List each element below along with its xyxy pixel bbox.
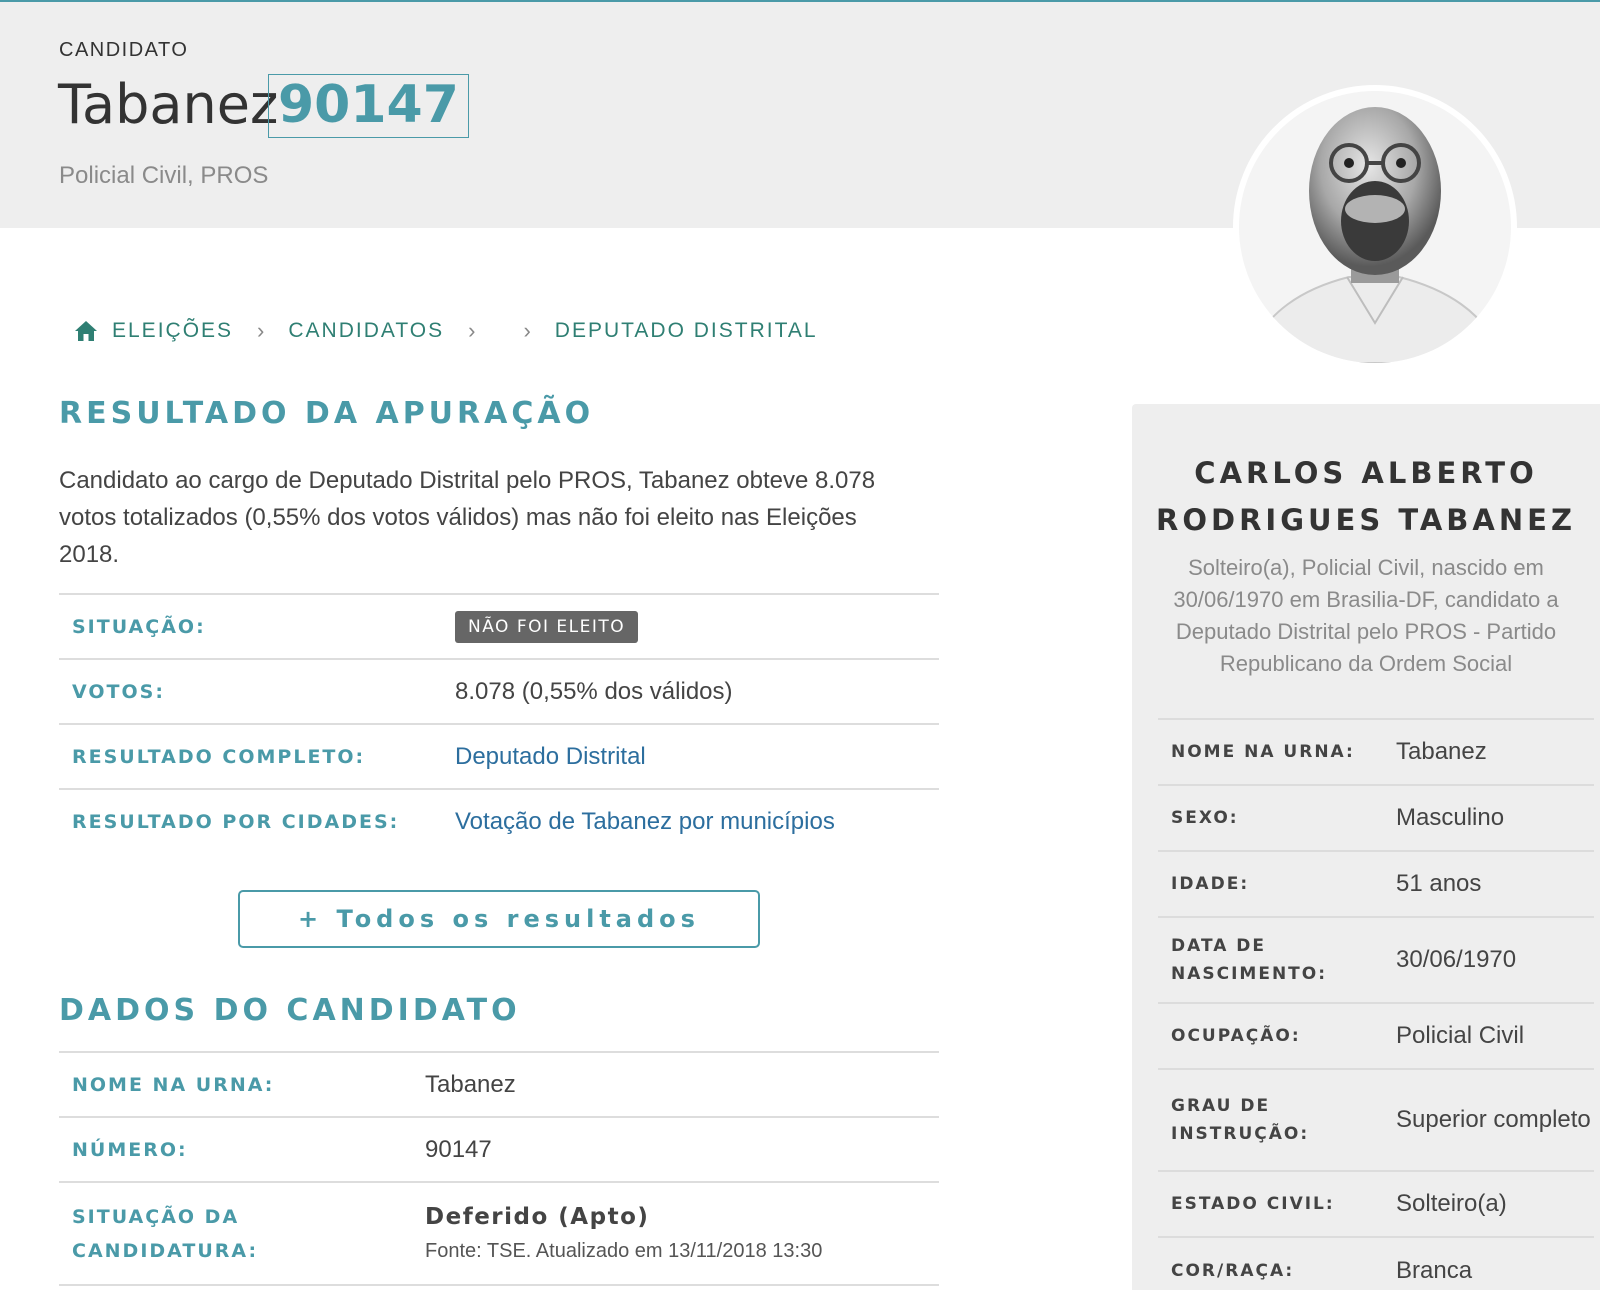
profile-key: DATA DE NASCIMENTO: — [1158, 917, 1396, 1003]
situacao-candidatura-label-line1: SITUAÇÃO DA — [72, 1205, 240, 1228]
profile-key-line2: NASCIMENTO: — [1171, 964, 1328, 984]
all-results-button[interactable]: + Todos os resultados — [238, 890, 760, 948]
candidate-photo — [1233, 85, 1517, 369]
table-row: NÚMERO: 90147 — [59, 1117, 939, 1182]
profile-value: Tabanez — [1396, 738, 1487, 765]
candidate-photo-image — [1239, 91, 1511, 363]
table-row: SITUAÇÃO DA CANDIDATURA: Deferido (Apto)… — [59, 1182, 939, 1285]
home-icon[interactable] — [74, 320, 98, 342]
resultado-completo-label: RESULTADO COMPLETO: — [72, 745, 366, 768]
profile-key-line2: INSTRUÇÃO: — [1171, 1124, 1310, 1144]
table-row: ESTADO CIVIL: Solteiro(a) — [1158, 1171, 1594, 1237]
profile-key: GRAU DE INSTRUÇÃO: — [1158, 1069, 1396, 1171]
result-table: SITUAÇÃO: NÃO FOI ELEITO VOTOS: 8.078 (0… — [59, 593, 939, 854]
table-row: SITUAÇÃO: NÃO FOI ELEITO — [59, 594, 939, 659]
table-row: SEXO: Masculino — [1158, 785, 1594, 851]
profile-key-line1: GRAU DE — [1171, 1096, 1271, 1116]
candidate-subtitle: Policial Civil, PROS — [59, 162, 269, 189]
table-row: NOME NA URNA: Tabanez — [1158, 719, 1594, 785]
profile-key: OCUPAÇÃO: — [1171, 1026, 1301, 1046]
resultado-completo-link[interactable]: Deputado Distrital — [455, 743, 646, 770]
nome-urna-label: NOME NA URNA: — [72, 1073, 275, 1096]
source-note: Fonte: TSE. Atualizado em 13/11/2018 13:… — [425, 1240, 823, 1262]
table-row: IDADE: 51 anos — [1158, 851, 1594, 917]
table-row: GRAU DE INSTRUÇÃO: Superior completo — [1158, 1069, 1594, 1171]
candidate-label: CANDIDATO — [59, 39, 189, 61]
table-row: COR/RAÇA: Branca — [1158, 1237, 1594, 1290]
candidate-full-name-line2: RODRIGUES TABANEZ — [1156, 503, 1576, 537]
situacao-label: SITUAÇÃO: — [72, 615, 206, 638]
profile-key: ESTADO CIVIL: — [1171, 1194, 1335, 1214]
candidate-full-name-line1: CARLOS ALBERTO — [1194, 456, 1538, 490]
table-row: RESULTADO COMPLETO: Deputado Distrital — [59, 724, 939, 789]
profile-table: NOME NA URNA: Tabanez SEXO: Masculino ID… — [1158, 718, 1594, 1290]
profile-value: 30/06/1970 — [1396, 946, 1517, 973]
profile-key: IDADE: — [1171, 874, 1250, 894]
breadcrumb-candidatos[interactable]: CANDIDATOS — [288, 319, 444, 343]
votos-value: 8.078 (0,55% dos válidos) — [455, 677, 733, 705]
candidate-profile-card: CARLOS ALBERTO RODRIGUES TABANEZ Solteir… — [1132, 404, 1600, 1290]
profile-value: Policial Civil — [1396, 1022, 1525, 1049]
candidate-description: Solteiro(a), Policial Civil, nascido em … — [1173, 555, 1559, 676]
section-title-resultado: RESULTADO DA APURAÇÃO — [59, 396, 595, 431]
profile-value: Masculino — [1396, 804, 1505, 831]
numero-value: 90147 — [425, 1135, 492, 1163]
breadcrumb-deputado-distrital[interactable]: DEPUTADO DISTRITAL — [555, 319, 818, 343]
resultado-cidades-link[interactable]: Votação de Tabanez por municípios — [455, 808, 835, 835]
candidate-data-table: NOME NA URNA: Tabanez NÚMERO: 90147 SITU… — [59, 1051, 939, 1286]
nome-urna-value: Tabanez — [425, 1070, 516, 1098]
situacao-candidatura-value: Deferido (Apto) — [425, 1204, 650, 1230]
table-row: NOME NA URNA: Tabanez — [59, 1052, 939, 1117]
profile-value: Branca — [1396, 1256, 1473, 1284]
breadcrumb-eleicoes[interactable]: ELEIÇÕES — [112, 319, 233, 343]
profile-key: COR/RAÇA: — [1171, 1260, 1295, 1281]
table-row: VOTOS: 8.078 (0,55% dos válidos) — [59, 659, 939, 724]
table-row: RESULTADO POR CIDADES: Votação de Tabane… — [59, 789, 939, 854]
resultado-cidades-label: RESULTADO POR CIDADES: — [72, 811, 400, 833]
profile-value: 51 anos — [1396, 870, 1482, 897]
candidate-name: Tabanez — [58, 73, 279, 136]
candidate-full-name: CARLOS ALBERTO RODRIGUES TABANEZ — [1132, 450, 1600, 544]
chevron-right-icon: › — [523, 318, 531, 343]
situacao-candidatura-label-line2: CANDIDATURA: — [72, 1239, 259, 1262]
numero-label: NÚMERO: — [72, 1138, 188, 1161]
breadcrumb: ELEIÇÕES › CANDIDATOS › › DEPUTADO DISTR… — [74, 318, 818, 344]
profile-value: Superior completo — [1396, 1106, 1591, 1133]
chevron-right-icon: › — [257, 318, 265, 343]
candidate-number: 90147 — [268, 74, 469, 138]
votos-label: VOTOS: — [72, 680, 165, 703]
section-title-dados: DADOS DO CANDIDATO — [59, 993, 521, 1028]
table-row: DATA DE NASCIMENTO: 30/06/1970 — [1158, 917, 1594, 1003]
result-intro: Candidato ao cargo de Deputado Distrital… — [59, 467, 876, 568]
situacao-candidatura-label: SITUAÇÃO DA CANDIDATURA: — [59, 1182, 425, 1285]
profile-key-line1: DATA DE — [1171, 936, 1267, 956]
profile-key: SEXO: — [1171, 808, 1239, 828]
table-row: OCUPAÇÃO: Policial Civil — [1158, 1003, 1594, 1069]
chevron-right-icon: › — [468, 318, 476, 343]
profile-value: Solteiro(a) — [1396, 1190, 1507, 1217]
status-badge: NÃO FOI ELEITO — [455, 610, 639, 643]
profile-key: NOME NA URNA: — [1171, 742, 1355, 762]
